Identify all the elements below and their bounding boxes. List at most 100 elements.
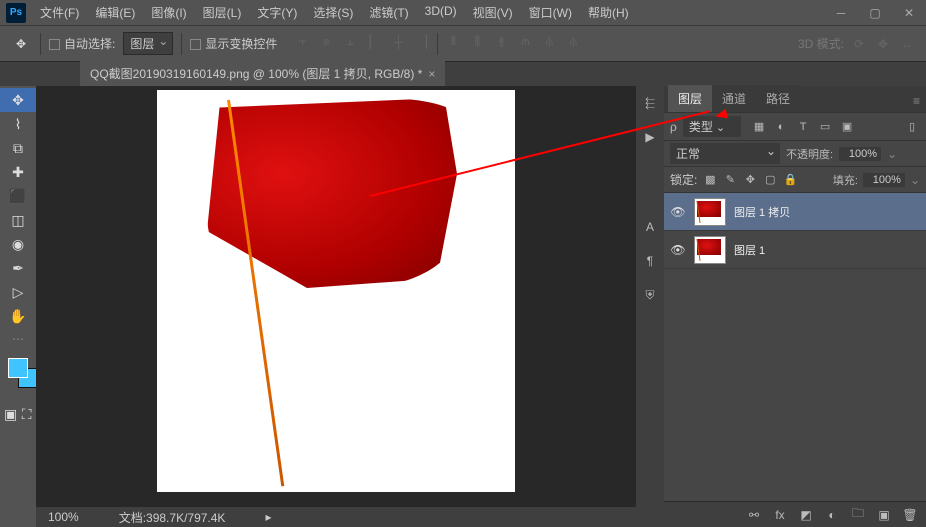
foreground-color-swatch[interactable] — [8, 358, 28, 378]
distribute-top-icon[interactable]: ⫴ — [444, 33, 462, 51]
menu-edit[interactable]: 编辑(E) — [89, 0, 141, 25]
slide-3d-icon[interactable]: ↔ — [898, 35, 916, 53]
character-panel-icon[interactable]: A — [641, 218, 659, 236]
menu-view[interactable]: 视图(V) — [467, 0, 519, 25]
properties-panel-icon[interactable]: ⛨ — [641, 286, 659, 304]
menu-help[interactable]: 帮助(H) — [582, 0, 635, 25]
align-hcenter-icon[interactable]: ┼ — [389, 33, 407, 51]
layers-panel-footer: ⚯ fx ◩ ◐ 🗀 ▣ 🗑 — [664, 501, 926, 527]
auto-select-checkbox[interactable]: 自动选择: — [49, 35, 115, 52]
layer-thumbnail[interactable] — [694, 236, 726, 264]
adjustment-layer-icon[interactable]: ◐ — [824, 507, 840, 523]
menu-file[interactable]: 文件(F) — [34, 0, 85, 25]
distribute-vcenter-icon[interactable]: ⫼ — [468, 33, 486, 51]
layer-style-icon[interactable]: fx — [772, 507, 788, 523]
menu-filter[interactable]: 滤镜(T) — [363, 0, 414, 25]
layer-thumbnail[interactable] — [694, 198, 726, 226]
canvas-viewport[interactable] — [36, 86, 636, 507]
hand-tool[interactable]: ✋ — [0, 304, 36, 328]
filter-toggle-icon[interactable]: ▯ — [904, 119, 920, 135]
menu-3d[interactable]: 3D(D) — [419, 0, 463, 25]
menu-image[interactable]: 图像(I) — [145, 0, 192, 25]
distribute-bottom-icon[interactable]: ⫵ — [492, 33, 510, 51]
menu-window[interactable]: 窗口(W) — [523, 0, 578, 25]
menu-type[interactable]: 文字(Y) — [251, 0, 303, 25]
lock-position-icon[interactable]: ✥ — [742, 172, 758, 188]
filter-shape-icon[interactable]: ▭ — [817, 119, 833, 135]
link-layers-icon[interactable]: ⚯ — [746, 507, 762, 523]
tab-layers[interactable]: 图层 — [668, 85, 712, 112]
distribute-right-icon[interactable]: ⫛ — [564, 33, 582, 51]
screen-mode-icon[interactable]: ⛶ — [21, 402, 32, 426]
maximize-button[interactable]: ▢ — [858, 0, 892, 26]
opacity-input[interactable]: 100% — [839, 147, 881, 161]
visibility-toggle-icon[interactable]: 👁 — [670, 205, 686, 219]
lock-image-icon[interactable]: ✎ — [722, 172, 738, 188]
status-arrow-icon[interactable]: ▸ — [265, 510, 271, 524]
filter-adjust-icon[interactable]: ◐ — [773, 119, 789, 135]
lock-artboard-icon[interactable]: ▢ — [762, 172, 778, 188]
pan-3d-icon[interactable]: ✥ — [874, 35, 892, 53]
visibility-toggle-icon[interactable]: 👁 — [670, 243, 686, 257]
close-tab-icon[interactable]: × — [428, 67, 435, 81]
healing-brush-tool[interactable]: ✚ — [0, 160, 36, 184]
quick-mask-icon[interactable]: ▣ — [4, 402, 17, 426]
menu-select[interactable]: 选择(S) — [307, 0, 359, 25]
actions-panel-icon[interactable]: ▶ — [641, 128, 659, 146]
app-logo: Ps — [6, 3, 26, 23]
minimize-button[interactable]: ─ — [824, 0, 858, 26]
blur-tool[interactable]: ◉ — [0, 232, 36, 256]
blend-mode-row: 正常 不透明度: 100% ⌄ — [664, 141, 926, 167]
eraser-tool[interactable]: ◫ — [0, 208, 36, 232]
distribute-hcenter-icon[interactable]: ⫚ — [540, 33, 558, 51]
fill-chevron-icon[interactable]: ⌄ — [910, 173, 920, 187]
color-swatches[interactable] — [0, 350, 36, 400]
crop-tool[interactable]: ⧉ — [0, 136, 36, 160]
pen-tool[interactable]: ✒ — [0, 256, 36, 280]
right-panel-dock: ⬱ ▶ A ¶ ⛨ 图层 通道 路径 ≡ ρ 类型 ⌄ ▦ ◐ — [636, 86, 926, 527]
lock-all-icon[interactable]: 🔒 — [782, 172, 798, 188]
tab-channels[interactable]: 通道 — [712, 85, 756, 112]
document-tab[interactable]: QQ截图20190319160149.png @ 100% (图层 1 拷贝, … — [80, 61, 445, 86]
close-button[interactable]: ✕ — [892, 0, 926, 26]
distribute-left-icon[interactable]: ⫙ — [516, 33, 534, 51]
layer-mask-icon[interactable]: ◩ — [798, 507, 814, 523]
auto-select-target-dropdown[interactable]: 图层 — [123, 32, 173, 55]
align-top-icon[interactable]: ⫟ — [293, 33, 311, 51]
path-select-tool[interactable]: ▷ — [0, 280, 36, 304]
filter-smart-icon[interactable]: ▣ — [839, 119, 855, 135]
filter-pixel-icon[interactable]: ▦ — [751, 119, 767, 135]
document-canvas[interactable] — [157, 90, 515, 492]
lasso-tool[interactable]: ⌇ — [0, 112, 36, 136]
delete-layer-icon[interactable]: 🗑 — [902, 507, 918, 523]
new-layer-icon[interactable]: ▣ — [876, 507, 892, 523]
clone-stamp-tool[interactable]: ⬛ — [0, 184, 36, 208]
orbit-3d-icon[interactable]: ⟳ — [850, 35, 868, 53]
panel-menu-icon[interactable]: ≡ — [907, 90, 926, 112]
history-panel-icon[interactable]: ⬱ — [641, 94, 659, 112]
move-tool-icon[interactable]: ✥ — [10, 33, 32, 55]
layer-row[interactable]: 👁 图层 1 拷贝 — [664, 193, 926, 231]
menu-layer[interactable]: 图层(L) — [197, 0, 248, 25]
align-right-icon[interactable]: ▕ — [413, 33, 431, 51]
layer-row[interactable]: 👁 图层 1 — [664, 231, 926, 269]
zoom-level[interactable]: 100% — [48, 510, 79, 524]
blend-mode-dropdown[interactable]: 正常 — [670, 143, 780, 164]
layer-name[interactable]: 图层 1 拷贝 — [734, 204, 790, 220]
toolbar-more-icon[interactable]: ⋯ — [0, 328, 36, 350]
layer-name[interactable]: 图层 1 — [734, 242, 765, 258]
paragraph-panel-icon[interactable]: ¶ — [641, 252, 659, 270]
align-bottom-icon[interactable]: ⫠ — [341, 33, 359, 51]
align-left-icon[interactable]: ▏ — [365, 33, 383, 51]
tab-paths[interactable]: 路径 — [756, 85, 800, 112]
filter-type-dropdown[interactable]: 类型 ⌄ — [683, 116, 741, 137]
filter-type-icon[interactable]: T — [795, 119, 811, 135]
align-vcenter-icon[interactable]: ≡ — [317, 33, 335, 51]
show-transform-checkbox[interactable]: 显示变换控件 — [190, 35, 277, 52]
lock-transparent-icon[interactable]: ▩ — [702, 172, 718, 188]
group-icon[interactable]: 🗀 — [850, 507, 866, 523]
move-tool[interactable]: ✥ — [0, 88, 36, 112]
opacity-chevron-icon[interactable]: ⌄ — [887, 147, 897, 161]
document-info[interactable]: 文档:398.7K/797.4K — [119, 509, 226, 526]
fill-input[interactable]: 100% — [863, 173, 905, 187]
